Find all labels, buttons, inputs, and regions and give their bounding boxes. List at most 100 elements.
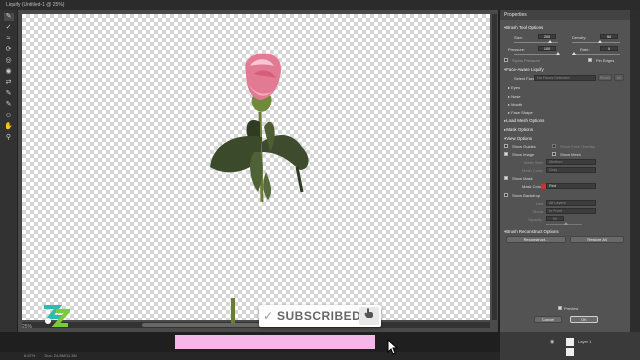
rate-label: Rate:: [580, 47, 590, 52]
reconstruct-icon[interactable]: ✓: [4, 24, 14, 32]
properties-title: Properties: [500, 10, 630, 20]
face-item-nose[interactable]: ▸ Nose: [508, 94, 520, 99]
status-bar: 6.67% Doc: 24.8M/11.3M: [0, 352, 500, 360]
mask-color-dropdown[interactable]: Red: [546, 183, 596, 189]
properties-panel: Properties Brush Tool Options Size: 200 …: [500, 10, 630, 332]
preview-label: Preview: [564, 306, 579, 311]
show-backdrop-checkbox[interactable]: [504, 193, 508, 197]
check-icon: ✓: [263, 309, 274, 323]
density-field[interactable]: 50: [600, 34, 618, 39]
show-backdrop-label: Show Backdrop: [512, 193, 541, 198]
mesh-color-label: Mesh Color:: [522, 168, 544, 173]
face-tool-icon[interactable]: ☺: [4, 112, 14, 120]
show-mask-checkbox[interactable]: [504, 176, 508, 180]
status-zoom[interactable]: 6.67%: [24, 353, 35, 358]
density-slider[interactable]: [572, 40, 620, 43]
cancel-button[interactable]: Cancel: [534, 316, 562, 323]
mouse-cursor-icon: [387, 339, 399, 355]
opacity-slider[interactable]: [546, 222, 582, 225]
eye-icon[interactable]: ◉: [550, 339, 554, 345]
layer-mask-thumbnail[interactable]: [566, 348, 574, 356]
vertical-scrollbar[interactable]: [492, 14, 497, 320]
horizontal-scrollbar[interactable]: [22, 322, 490, 328]
bell-icon[interactable]: [359, 307, 379, 325]
stylus-pressure-label: Stylus Pressure: [512, 58, 541, 63]
stem-fragment: [231, 298, 235, 324]
mask-options-header[interactable]: Mask Options: [504, 127, 533, 133]
forward-warp-icon[interactable]: ✎: [3, 13, 14, 21]
hand-pointer-icon: [364, 308, 373, 318]
thaw-mask-icon[interactable]: ✎: [4, 101, 14, 109]
pressure-slider[interactable]: [514, 52, 560, 55]
status-doc: Doc: 24.8M/11.3M: [44, 353, 77, 358]
select-face-dropdown[interactable]: No Faces Detected: [534, 75, 596, 81]
brush-reconstruct-header[interactable]: Brush Reconstruct Options: [504, 229, 558, 235]
subscribed-overlay[interactable]: ✓ SUBSCRIBED: [259, 305, 381, 327]
reconstruct-button[interactable]: Reconstruct...: [506, 236, 566, 243]
opacity-field[interactable]: 50: [546, 216, 564, 221]
pin-edges-checkbox[interactable]: [588, 58, 592, 62]
push-left-icon[interactable]: ⇄: [4, 79, 14, 87]
mesh-color-dropdown[interactable]: Gray: [546, 167, 596, 173]
all-button[interactable]: All: [614, 74, 624, 81]
show-image-label: Show Image: [512, 152, 535, 157]
face-item-eyes[interactable]: ▸ Eyes: [508, 85, 520, 90]
mode-label: Mode:: [533, 209, 545, 214]
pink-highlight-bar: [175, 335, 375, 349]
bloat-icon[interactable]: ◉: [4, 68, 14, 76]
face-item-face-shape[interactable]: ▸ Face Shape: [508, 110, 533, 115]
layer-thumbnail[interactable]: [566, 338, 574, 346]
rate-slider[interactable]: [572, 52, 620, 55]
face-item-mouth[interactable]: ▸ Mouth: [508, 102, 522, 107]
pin-edges-label: Pin Edges: [596, 58, 615, 63]
subscribed-label: SUBSCRIBED: [277, 309, 362, 323]
ok-button[interactable]: OK: [570, 316, 598, 323]
select-face-label: Select Face:: [514, 76, 537, 81]
opacity-label: Opacity:: [528, 217, 543, 222]
layer-name[interactable]: Layer 1: [578, 339, 591, 344]
brush-tool-options-header[interactable]: Brush Tool Options: [504, 25, 543, 31]
smooth-icon[interactable]: ≈: [4, 35, 14, 43]
channel-logo: [44, 305, 70, 327]
rate-field[interactable]: 0: [600, 46, 618, 51]
restore-all-button[interactable]: Restore All: [570, 236, 624, 243]
show-face-overlay-checkbox[interactable]: [552, 144, 556, 148]
show-mesh-label: Show Mesh: [560, 152, 581, 157]
transparent-canvas[interactable]: [22, 14, 490, 320]
show-guides-checkbox[interactable]: [504, 144, 508, 148]
use-dropdown[interactable]: All Layers: [546, 200, 596, 206]
show-mask-label: Show Mask: [512, 176, 533, 181]
rose-image: [210, 53, 309, 203]
show-guides-label: Show Guides: [512, 144, 536, 149]
canvas-area: 25%: [18, 10, 498, 332]
panel-dock-strip: [630, 10, 640, 332]
size-field[interactable]: 200: [538, 34, 556, 39]
view-options-header[interactable]: View Options: [504, 136, 532, 142]
preview-checkbox[interactable]: [558, 306, 562, 310]
mesh-size-dropdown[interactable]: Medium: [546, 159, 596, 165]
twirl-icon[interactable]: ⟳: [4, 46, 14, 54]
pucker-icon[interactable]: ◎: [4, 57, 14, 65]
show-mesh-checkbox[interactable]: [552, 152, 556, 156]
zoom-icon[interactable]: ⚲: [4, 134, 14, 142]
mode-dropdown[interactable]: In Front: [546, 208, 596, 214]
hand-icon[interactable]: ✋: [4, 123, 14, 131]
canvas-zoom[interactable]: 25%: [22, 324, 32, 330]
size-label: Size:: [514, 35, 523, 40]
density-label: Density:: [572, 35, 587, 40]
liquify-toolbar: ✎ ✓ ≈ ⟳ ◎ ◉ ⇄ ✎ ✎ ☺ ✋ ⚲: [0, 10, 18, 332]
pressure-label: Pressure:: [508, 47, 526, 52]
pressure-field[interactable]: 100: [538, 46, 556, 51]
stylus-pressure-checkbox[interactable]: [504, 58, 508, 62]
use-label: Use:: [536, 201, 545, 206]
show-image-checkbox[interactable]: [504, 152, 508, 156]
reset-button[interactable]: Reset: [598, 74, 612, 81]
window-title: Liquify (Untitled-1 @ 25%): [0, 0, 640, 10]
size-slider[interactable]: [514, 40, 558, 43]
show-face-overlay-label: Show Face Overlay: [560, 144, 595, 149]
mesh-size-label: Mesh Size:: [524, 160, 544, 165]
freeze-mask-icon[interactable]: ✎: [4, 90, 14, 98]
face-aware-header[interactable]: Face-Aware Liquify: [504, 67, 544, 73]
load-mesh-options-header[interactable]: Load Mesh Options: [504, 118, 544, 124]
layers-panel: ◉ Layer 1: [500, 332, 640, 360]
